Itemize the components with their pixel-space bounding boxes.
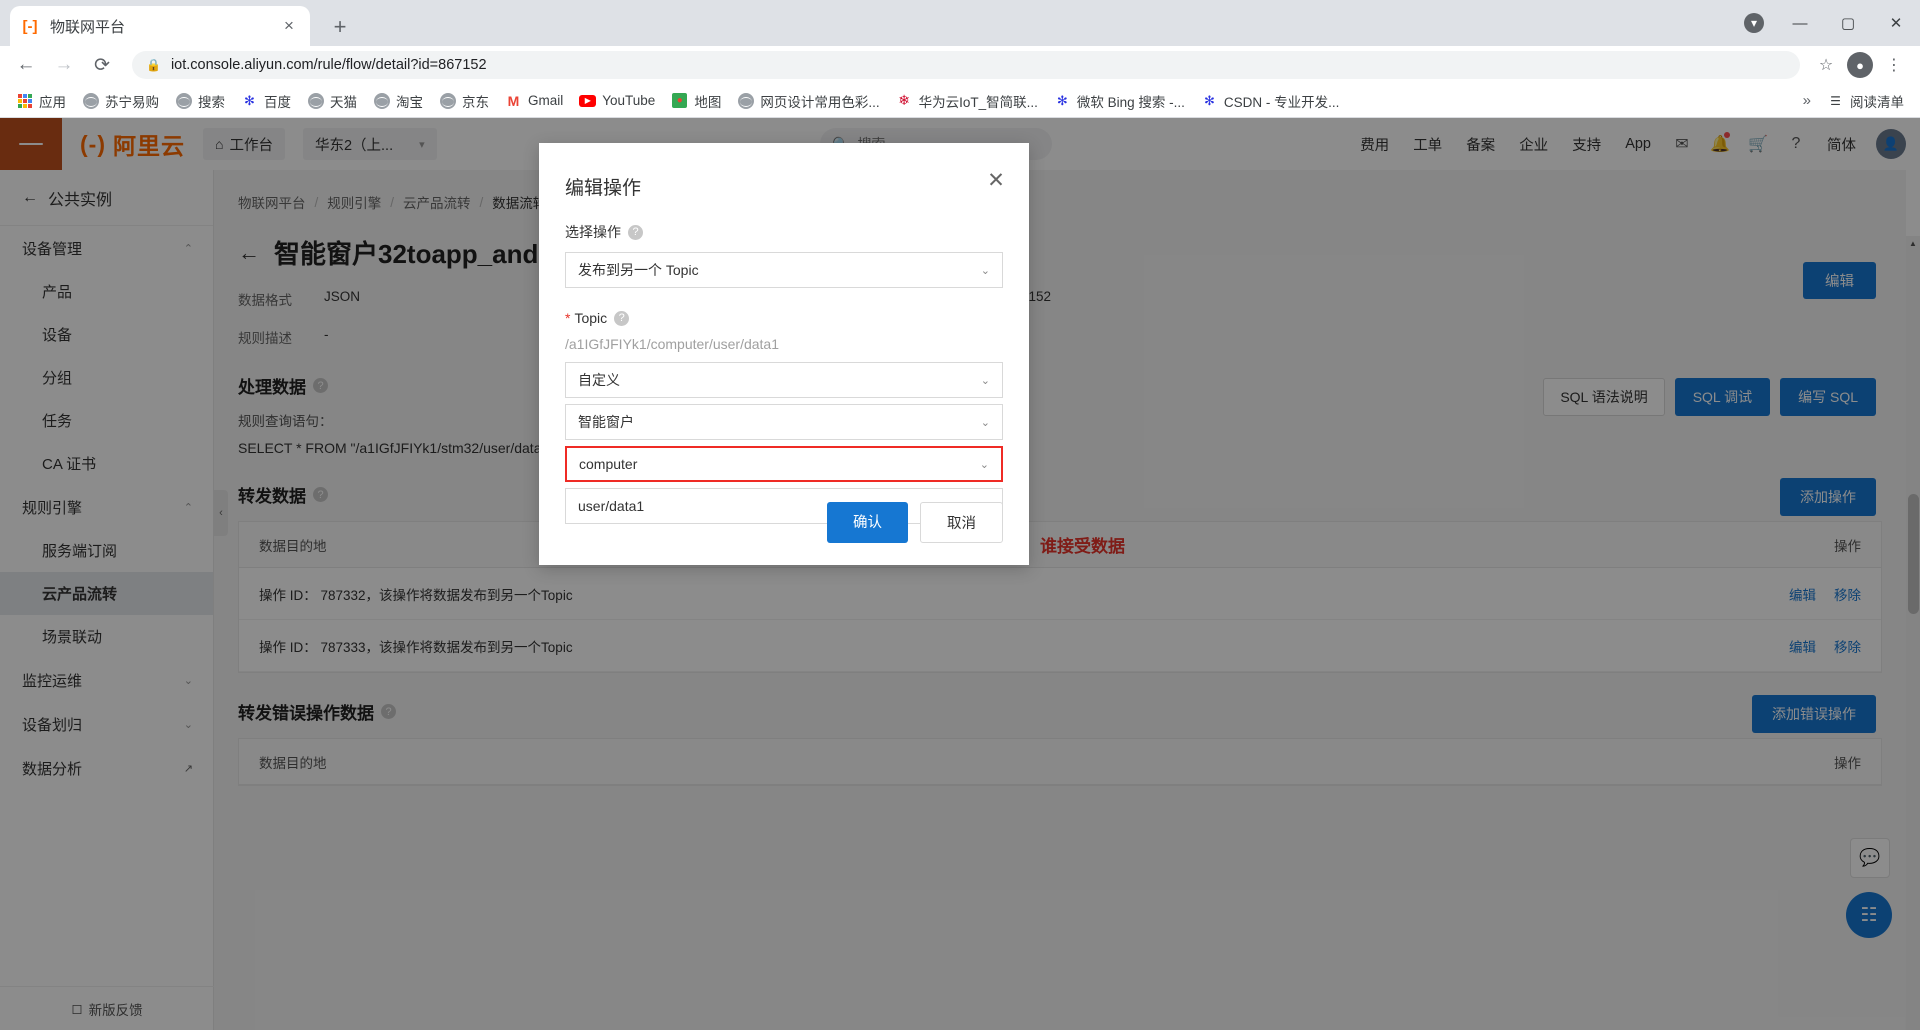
bookmark-label: 网页设计常用色彩... — [760, 94, 880, 110]
browser-toolbar: ← → ⟳ 🔒 iot.console.aliyun.com/rule/flow… — [0, 46, 1920, 84]
bookmark-label: 百度 — [264, 94, 291, 110]
bookmark-label: 搜索 — [198, 94, 225, 110]
aliyun-icon: [-] — [22, 17, 38, 35]
url-text: iot.console.aliyun.com/rule/flow/detail?… — [170, 57, 487, 73]
forward-icon[interactable]: → — [48, 49, 80, 81]
label-text: 选择操作 — [565, 224, 621, 240]
bookmark-label: 应用 — [39, 94, 66, 110]
bookmark-item-8[interactable]: ▶ YouTube — [571, 88, 663, 114]
select-value: 自定义 — [578, 372, 620, 388]
chevron-down-icon: ⌄ — [980, 264, 990, 277]
close-icon[interactable]: ✕ — [983, 167, 1009, 193]
bookmark-label: 天猫 — [330, 94, 357, 110]
reading-list-button[interactable]: ☰ 阅读清单 — [1819, 89, 1912, 113]
address-bar[interactable]: 🔒 iot.console.aliyun.com/rule/flow/detai… — [132, 51, 1800, 79]
bookmark-item-1[interactable]: 苏宁易购 — [74, 88, 167, 114]
topic-field-label: * Topic ? — [539, 288, 1029, 326]
bookmark-label: YouTube — [602, 93, 656, 108]
chevron-down-icon: ⌄ — [980, 416, 990, 429]
maps-icon: ● — [671, 92, 688, 109]
chevron-down-icon: ⌄ — [980, 374, 990, 387]
bookmark-item-2[interactable]: 搜索 — [167, 88, 233, 114]
globe-icon — [82, 92, 99, 109]
bookmark-item-7[interactable]: M Gmail — [497, 88, 571, 114]
browser-tab-strip: [-] 物联网平台 × + ▾ — ▢ ✕ — [0, 0, 1920, 46]
select-value: computer — [579, 456, 638, 472]
new-tab-button[interactable]: + — [325, 12, 355, 42]
topic-preview: /a1IGfJFIYk1/computer/user/data1 — [565, 336, 779, 352]
bookmark-item-12[interactable]: ✻ 微软 Bing 搜索 -... — [1046, 88, 1193, 114]
toolbar-actions: ☆ ● ⋮ — [1808, 49, 1910, 81]
bookmark-item-5[interactable]: 淘宝 — [365, 88, 431, 114]
apps-grid-icon — [16, 92, 33, 109]
profile-badge-icon[interactable]: ▾ — [1732, 0, 1776, 46]
globe-icon — [307, 92, 324, 109]
bookmark-label: Gmail — [528, 93, 564, 108]
dialog-footer: 确认 取消 — [827, 502, 1003, 543]
bookmarks-bar: 应用 苏宁易购 搜索 ✻ 百度 天猫 淘宝 京东 M Gmail ▶ YouTube ● 地图 网页设计常用… — [0, 84, 1920, 118]
edit-operation-dialog: 编辑操作 ✕ 选择操作 ? 发布到另一个 Topic ⌄ * Topic ? /… — [539, 143, 1029, 565]
label-text: Topic — [574, 310, 608, 326]
profile-icon[interactable]: ● — [1844, 49, 1876, 81]
globe-icon — [439, 92, 456, 109]
bookmark-item-13[interactable]: ✻ CSDN - 专业开发... — [1193, 88, 1348, 114]
reload-icon[interactable]: ⟳ — [86, 49, 118, 81]
required-star: * — [565, 310, 571, 326]
bookmark-item-0[interactable]: 应用 — [8, 88, 74, 114]
cancel-button[interactable]: 取消 — [920, 502, 1003, 543]
baidu-icon: ✻ — [1056, 92, 1068, 108]
window-controls: ▾ — ▢ ✕ — [1732, 0, 1920, 46]
chrome-menu-icon[interactable]: ⋮ — [1878, 49, 1910, 81]
bookmark-item-10[interactable]: 网页设计常用色彩... — [729, 88, 887, 114]
reading-list-icon: ☰ — [1830, 93, 1841, 108]
browser-tab[interactable]: [-] 物联网平台 × — [10, 6, 310, 46]
bookmark-label: 淘宝 — [396, 94, 423, 110]
select-value: user/data1 — [578, 498, 645, 514]
bookmarks-overflow-icon[interactable]: » — [1795, 90, 1819, 111]
close-window-button[interactable]: ✕ — [1872, 0, 1920, 46]
bookmark-item-6[interactable]: 京东 — [431, 88, 497, 114]
bookmark-label: CSDN - 专业开发... — [1223, 94, 1340, 110]
maximize-button[interactable]: ▢ — [1824, 0, 1872, 46]
tab-title: 物联网平台 — [50, 18, 126, 36]
bookmark-label: 地图 — [694, 94, 722, 110]
help-icon[interactable]: ? — [628, 224, 643, 240]
youtube-icon: ▶ — [579, 92, 597, 109]
select-value: 发布到另一个 Topic — [578, 262, 699, 278]
baidu-icon: ✻ — [244, 92, 255, 108]
huawei-icon: ❄ — [898, 92, 910, 108]
bookmark-label: 华为云IoT_智简联... — [918, 94, 1038, 110]
minimize-button[interactable]: — — [1776, 0, 1824, 46]
bookmark-label: 苏宁易购 — [105, 94, 159, 110]
bookmark-item-9[interactable]: ● 地图 — [663, 88, 729, 114]
product-select[interactable]: 智能窗户 ⌄ — [565, 404, 1003, 440]
globe-icon — [373, 92, 390, 109]
confirm-button[interactable]: 确认 — [827, 502, 908, 543]
operation-select[interactable]: 发布到另一个 Topic ⌄ — [565, 252, 1003, 288]
dialog-title: 编辑操作 — [565, 178, 642, 199]
bookmarks-right: » ☰ 阅读清单 — [1795, 89, 1912, 113]
chevron-down-icon: ⌄ — [979, 458, 989, 471]
bookmark-item-3[interactable]: ✻ 百度 — [233, 88, 299, 114]
topic-mode-select[interactable]: 自定义 ⌄ — [565, 362, 1003, 398]
bookmark-item-11[interactable]: ❄ 华为云IoT_智简联... — [888, 88, 1046, 114]
screen: [-] 物联网平台 × + ▾ — ▢ ✕ ← → ⟳ 🔒 iot.consol… — [0, 0, 1920, 1030]
back-icon[interactable]: ← — [10, 49, 42, 81]
baidu-icon: ✻ — [1203, 92, 1215, 108]
operation-field-label: 选择操作 ? — [539, 200, 1029, 242]
bookmark-label: 京东 — [462, 94, 489, 110]
bookmark-star-icon[interactable]: ☆ — [1810, 49, 1842, 81]
gmail-icon: M — [507, 92, 520, 109]
bookmark-label: 微软 Bing 搜索 -... — [1076, 94, 1185, 110]
device-select[interactable]: computer ⌄ — [565, 446, 1003, 482]
globe-icon — [175, 92, 192, 109]
globe-icon — [737, 92, 754, 109]
help-icon[interactable]: ? — [614, 310, 630, 326]
close-icon[interactable]: × — [278, 15, 300, 37]
select-value: 智能窗户 — [578, 414, 634, 430]
lock-icon: 🔒 — [146, 58, 161, 72]
reading-list-label: 阅读清单 — [1850, 94, 1904, 110]
bookmark-item-4[interactable]: 天猫 — [299, 88, 365, 114]
